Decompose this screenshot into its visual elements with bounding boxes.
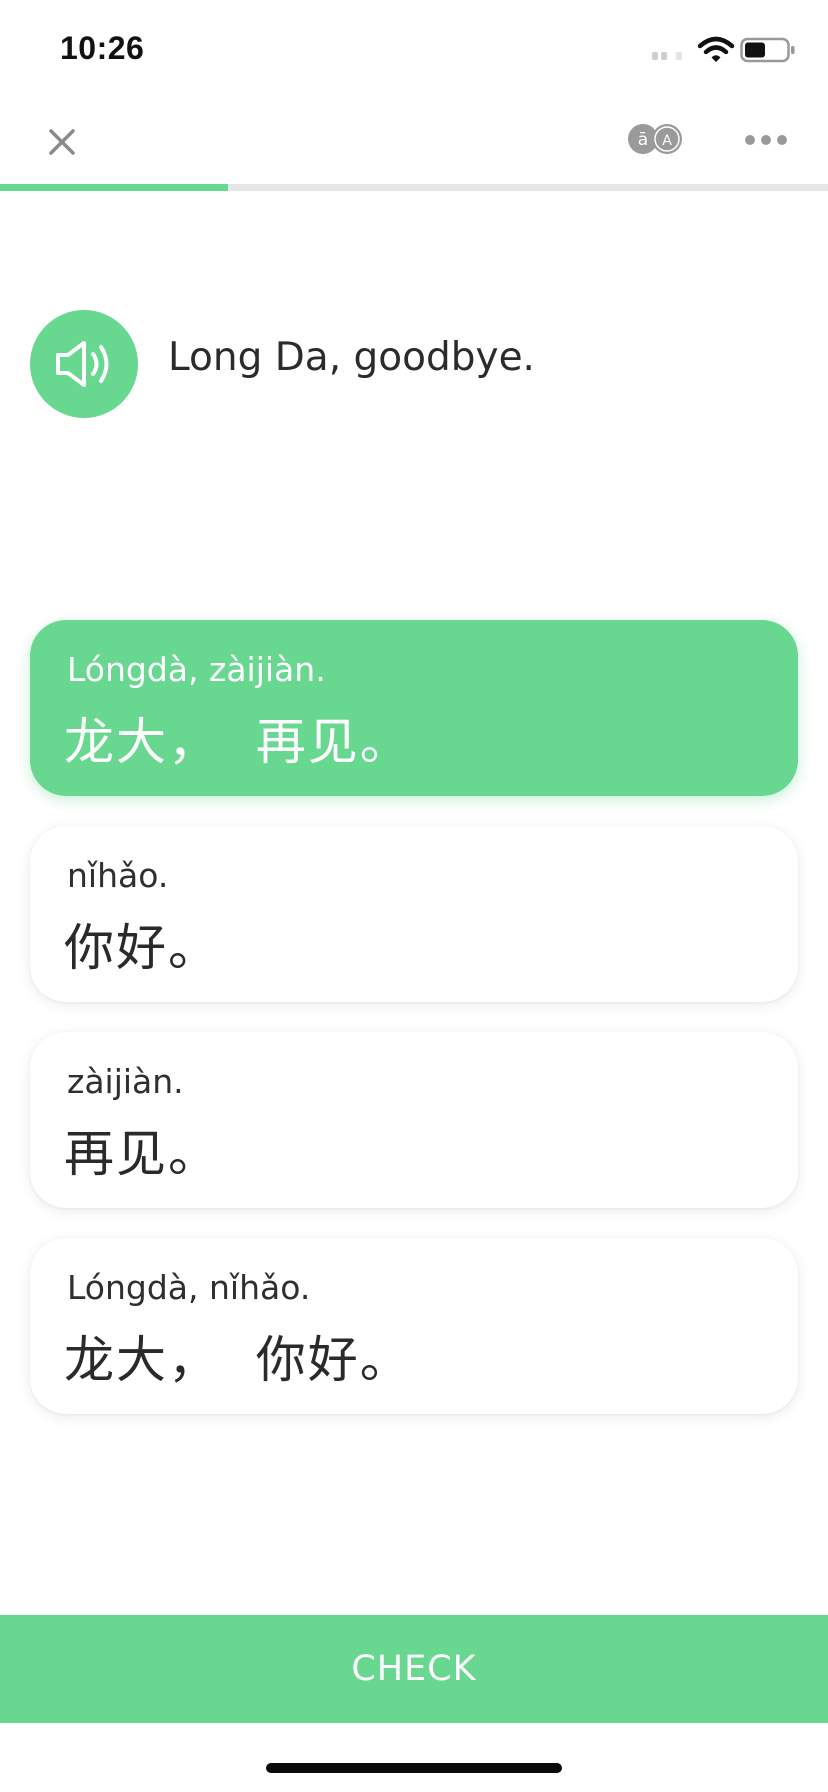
check-button-label: CHECK (351, 1649, 477, 1689)
more-icon (745, 135, 787, 145)
home-indicator[interactable] (266, 1763, 562, 1773)
answer-option-1[interactable]: Lóngdà, zàijiàn. 龙大， 再见。 (30, 620, 798, 796)
lesson-progress-bar (0, 184, 828, 191)
check-button[interactable]: CHECK (0, 1615, 828, 1723)
status-bar: 10:26 (0, 0, 828, 100)
status-time: 10:26 (60, 30, 145, 66)
answer-option-2[interactable]: nǐhǎo. 你好。 (30, 826, 798, 1002)
speaker-icon (56, 341, 109, 387)
option-pinyin: Lóngdà, zàijiàn. (67, 650, 326, 689)
pinyin-toggle-icon[interactable]: ā A (625, 118, 685, 160)
option-hanzi: 龙大， 你好。 (64, 1331, 412, 1389)
close-button[interactable] (38, 118, 86, 166)
lesson-toolbar: ā A (0, 100, 828, 180)
more-options-button[interactable] (740, 120, 792, 160)
lesson-screen: 10:26 ā A Long Da, goodbye. Lóngdà, zàij… (0, 0, 828, 1792)
wifi-icon (697, 36, 735, 62)
option-hanzi: 龙大， 再见。 (64, 713, 412, 771)
battery-icon (740, 37, 795, 63)
option-pinyin: zàijiàn. (67, 1062, 184, 1101)
lesson-progress-fill (0, 184, 228, 191)
close-icon (49, 129, 75, 155)
answer-option-3[interactable]: zàijiàn. 再见。 (30, 1032, 798, 1208)
svg-text:A: A (662, 133, 672, 149)
option-pinyin: nǐhǎo. (67, 856, 169, 895)
play-audio-button[interactable] (30, 310, 138, 418)
prompt-text: Long Da, goodbye. (168, 335, 535, 380)
option-pinyin: Lóngdà, nǐhǎo. (67, 1268, 311, 1307)
svg-text:ā: ā (638, 130, 648, 150)
option-hanzi: 你好。 (64, 919, 220, 977)
answer-option-4[interactable]: Lóngdà, nǐhǎo. 龙大， 你好。 (30, 1238, 798, 1414)
option-hanzi: 再见。 (64, 1125, 220, 1183)
signal-icon (652, 52, 682, 60)
